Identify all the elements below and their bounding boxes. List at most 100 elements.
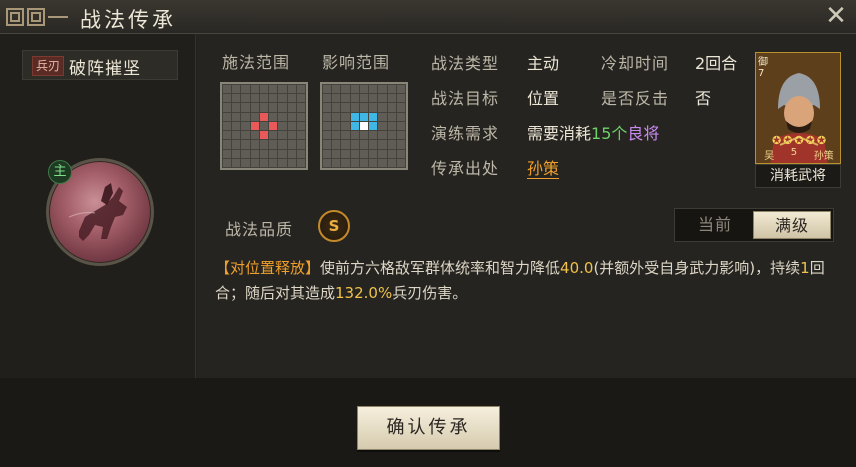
star-icon: ✪ <box>783 134 793 147</box>
grid-cell <box>278 149 287 158</box>
grid-cell <box>296 112 305 121</box>
skill-type-value: 主动 <box>527 54 560 73</box>
star-icon: ✪ <box>816 134 827 147</box>
star-icon: ✪ <box>771 134 782 147</box>
source-general-link[interactable]: 孙策 <box>527 159 560 179</box>
grid-cell <box>250 121 259 131</box>
desc-text: (并额外受自身武力影响)，持续 <box>593 259 801 277</box>
grid-cell <box>232 103 241 112</box>
grid-cell <box>396 140 405 149</box>
quality-grade-badge: S <box>318 210 350 242</box>
grid-cell <box>387 149 396 158</box>
grid-cell <box>387 112 396 121</box>
general-faction: 吴 <box>764 151 775 162</box>
grid-cell <box>278 131 287 140</box>
grid-cell <box>396 131 405 140</box>
grid-cell <box>378 103 387 112</box>
desc-number: 40.0 <box>560 259 594 277</box>
grid-cell <box>223 140 232 149</box>
grid-cell <box>323 149 332 158</box>
grid-cell <box>396 103 405 112</box>
grid-cell <box>287 149 296 158</box>
effect-range-grid <box>320 82 408 170</box>
grid-cell <box>278 94 287 103</box>
grid-cell <box>269 94 278 103</box>
grid-cell <box>259 112 269 121</box>
grid-cell <box>378 94 387 103</box>
grid-cell <box>259 131 269 140</box>
grid-cell <box>269 140 278 149</box>
grid-cell <box>387 140 396 149</box>
train-requirement-label: 演练需求 <box>431 124 500 143</box>
close-icon[interactable]: ✕ <box>822 3 850 31</box>
toggle-current[interactable]: 当前 <box>677 211 753 239</box>
grid-cell <box>232 121 241 131</box>
toggle-max-level[interactable]: 满级 <box>753 211 831 239</box>
desc-number: 132.0% <box>335 284 393 302</box>
grid-cell <box>369 85 378 94</box>
grid-cell <box>387 121 396 131</box>
grid-cell <box>378 140 387 149</box>
grid-cell <box>323 140 332 149</box>
troop-type-tag: 兵刃 <box>32 56 64 76</box>
grid-cell <box>332 103 341 112</box>
grid-cell <box>369 131 378 140</box>
skill-type-label: 战法类型 <box>431 54 500 73</box>
grid-cell <box>323 85 332 94</box>
grid-cell <box>369 103 378 112</box>
main-skill-badge: 主 <box>48 160 72 184</box>
grid-cell <box>287 94 296 103</box>
desc-keyword: 【对位置释放】 <box>215 259 321 277</box>
confirm-inherit-button[interactable]: 确认传承 <box>357 406 500 450</box>
grid-cell <box>396 149 405 158</box>
grid-cell <box>350 140 359 149</box>
grid-cell <box>287 158 296 167</box>
grid-cell <box>232 112 241 121</box>
grid-cell <box>323 94 332 103</box>
grid-cell <box>259 149 269 158</box>
grid-cell <box>250 158 259 167</box>
grid-cell <box>323 158 332 167</box>
source-label: 传承出处 <box>431 159 500 178</box>
grid-cell <box>296 121 305 131</box>
grid-cell <box>378 121 387 131</box>
grid-cell <box>369 112 378 121</box>
grid-cell <box>359 85 369 94</box>
grid-cell <box>359 94 369 103</box>
grid-cell <box>241 94 250 103</box>
grid-cell <box>269 149 278 158</box>
grid-cell <box>287 131 296 140</box>
general-cost: 5 <box>790 147 798 158</box>
general-card[interactable]: 御7 ✪ ✪ ✪ ✪ ✪ 吴 5 孙策 <box>755 52 841 164</box>
grid-cell <box>278 103 287 112</box>
grid-cell <box>341 140 350 149</box>
grid-cell <box>396 94 405 103</box>
grid-cell <box>287 85 296 94</box>
grid-cell <box>387 131 396 140</box>
desc-number: 1 <box>800 259 810 277</box>
grid-cell <box>241 131 250 140</box>
skill-name: 破阵摧坚 <box>69 59 141 79</box>
grid-cell <box>232 140 241 149</box>
grid-cell <box>296 85 305 94</box>
source-value[interactable]: 孙策 <box>527 155 560 179</box>
skill-summary: 兵刃 破阵摧坚 主 <box>0 34 196 378</box>
grid-cell <box>250 131 259 140</box>
grid-cell <box>359 140 369 149</box>
quality-label: 战法品质 <box>225 220 294 239</box>
grid-cell <box>341 85 350 94</box>
title-bar: 战法传承 ✕ <box>0 0 856 34</box>
grid-cell <box>332 112 341 121</box>
grid-cell <box>378 149 387 158</box>
page-title: 战法传承 <box>80 8 176 32</box>
grid-cell <box>259 140 269 149</box>
grid-cell <box>278 140 287 149</box>
desc-text: 使前方六格敌军群体统率和智力降低 <box>320 259 561 277</box>
train-item: 良将 <box>627 124 660 143</box>
grid-cell <box>387 94 396 103</box>
grid-cell <box>223 121 232 131</box>
grid-cell <box>359 158 369 167</box>
general-stars: ✪ ✪ ✪ ✪ ✪ <box>758 134 840 147</box>
grid-cell <box>232 149 241 158</box>
skill-target-value: 位置 <box>527 89 560 108</box>
